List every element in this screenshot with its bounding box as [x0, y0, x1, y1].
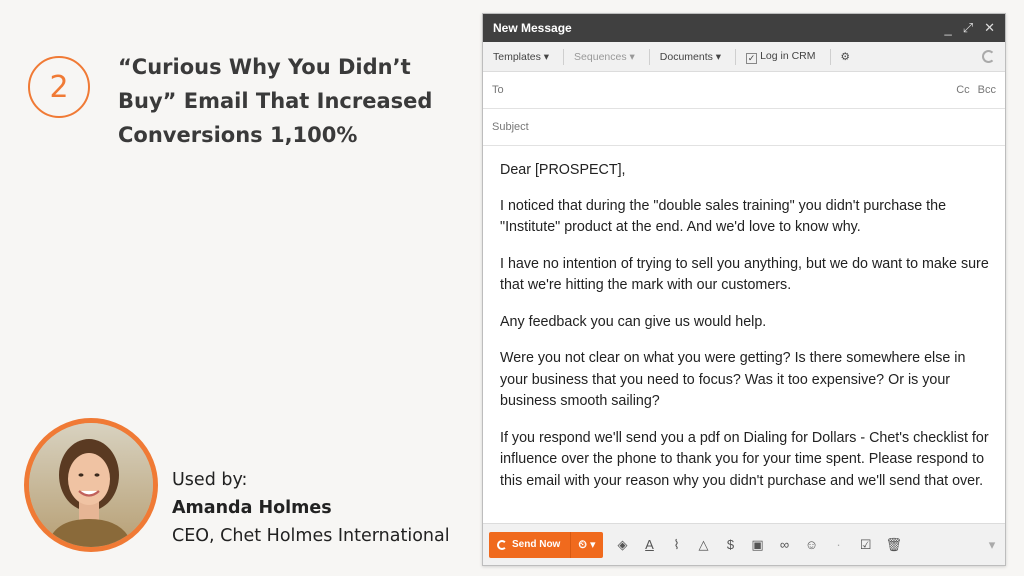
- cc-link[interactable]: Cc: [956, 84, 969, 96]
- link-icon[interactable]: ∞: [778, 537, 792, 552]
- body-paragraph: Any feedback you can give us would help.: [500, 313, 767, 330]
- attribution: Used by: Amanda Holmes CEO, Chet Holmes …: [172, 466, 450, 550]
- body-paragraph: Were you not clear on what you were gett…: [500, 350, 966, 409]
- hubspot-sprocket-icon[interactable]: [982, 50, 995, 63]
- to-label: To: [492, 84, 504, 96]
- toolbar-divider: [735, 48, 737, 65]
- body-paragraph: Dear [PROSPECT],: [500, 162, 626, 178]
- track-checkbox-icon[interactable]: ☑: [859, 537, 873, 553]
- templates-dropdown[interactable]: Templates ▾: [493, 51, 549, 63]
- attach-icon[interactable]: ⌇: [670, 537, 684, 553]
- photo-icon[interactable]: ▣: [751, 537, 765, 553]
- person-title: CEO, Chet Holmes International: [172, 526, 450, 546]
- slide-headline: “Curious Why You Didn’t Buy” Email That …: [118, 50, 448, 152]
- headline-line-3: Conversions 1,100%: [118, 123, 358, 147]
- portrait-image: [29, 423, 153, 547]
- compose-bottombar: Send Now ⏲ ▾ ◈ A ⌇ △ $ ▣ ∞ ☺ · ☑ 🗑 ▾: [483, 523, 1005, 565]
- toolbar-divider: [829, 48, 831, 65]
- minimize-icon[interactable]: _: [944, 21, 951, 36]
- body-paragraph: I noticed that during the "double sales …: [500, 197, 947, 236]
- schedule-clock-icon[interactable]: ⏲ ▾: [571, 538, 602, 552]
- toolbar-divider: [648, 48, 650, 65]
- bcc-link[interactable]: Bcc: [978, 84, 996, 96]
- body-paragraph: If you respond we'll send you a pdf on D…: [500, 429, 989, 489]
- sprocket-icon: [497, 539, 507, 550]
- subject-field[interactable]: Subject: [483, 109, 1005, 146]
- close-icon[interactable]: ✕: [984, 20, 995, 36]
- dropbox-icon[interactable]: ◈: [616, 537, 630, 553]
- window-title: New Message: [493, 21, 572, 35]
- emoji-icon[interactable]: ☺: [805, 537, 819, 552]
- headline-line-1: “Curious Why You Didn’t: [118, 55, 411, 79]
- more-options-icon[interactable]: ·: [832, 537, 846, 552]
- email-body[interactable]: Dear [PROSPECT], I noticed that during t…: [483, 146, 1005, 492]
- to-field[interactable]: To Cc Bcc: [483, 72, 1005, 109]
- compose-toolbar: Templates ▾ Sequences ▾ Documents ▾ ✓ Log…: [483, 42, 1005, 72]
- drive-icon[interactable]: △: [697, 537, 711, 553]
- settings-gear-icon[interactable]: ⚙: [841, 51, 850, 63]
- dollar-icon[interactable]: $: [724, 537, 738, 552]
- trash-icon[interactable]: 🗑: [886, 537, 903, 553]
- subject-label: Subject: [492, 121, 529, 133]
- person-name: Amanda Holmes: [172, 498, 332, 518]
- log-in-crm-label: Log in CRM: [760, 49, 816, 62]
- send-label: Send Now: [512, 539, 561, 550]
- toolbar-divider: [563, 48, 565, 65]
- step-number-badge: 2: [28, 56, 90, 118]
- documents-dropdown[interactable]: Documents ▾: [660, 51, 721, 63]
- expand-icon[interactable]: ⤢: [963, 20, 973, 36]
- options-chevron-icon[interactable]: ▾: [985, 537, 999, 553]
- used-by-label: Used by:: [172, 470, 248, 490]
- compose-titlebar: New Message _ ⤢ ✕: [483, 14, 1005, 42]
- headline-line-2: Buy” Email That Increased: [118, 89, 433, 113]
- avatar: [24, 418, 158, 552]
- text-format-icon[interactable]: A: [643, 537, 657, 552]
- compose-window: New Message _ ⤢ ✕ Templates ▾ Sequences …: [482, 13, 1006, 566]
- send-now-button[interactable]: Send Now ⏲ ▾: [489, 531, 603, 558]
- checkbox-icon[interactable]: ✓: [746, 52, 758, 64]
- step-number: 2: [49, 69, 69, 105]
- body-paragraph: I have no intention of trying to sell yo…: [500, 255, 989, 294]
- sequences-dropdown[interactable]: Sequences ▾: [574, 51, 635, 63]
- log-in-crm-toggle[interactable]: ✓ Log in CRM: [746, 49, 816, 64]
